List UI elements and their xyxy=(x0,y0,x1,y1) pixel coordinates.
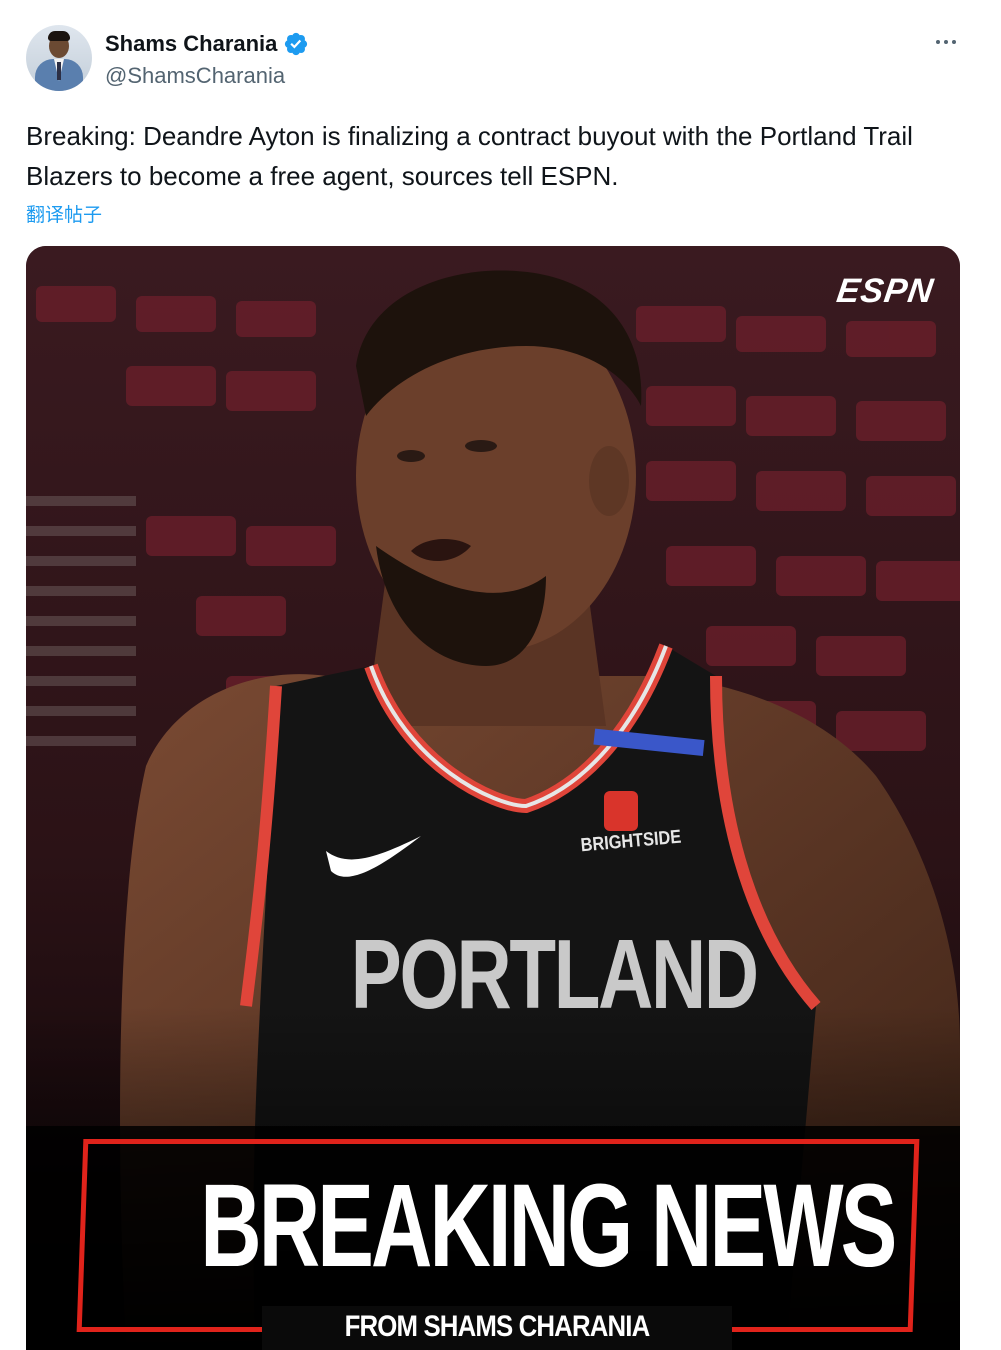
breaking-news-subline: FROM SHAMS CHARANIA xyxy=(344,1310,651,1343)
translate-post-link[interactable]: 翻译帖子 xyxy=(26,200,102,227)
tweet-card: Shams Charania @ShamsCharania Breaking: … xyxy=(0,0,1001,1350)
more-options-icon[interactable] xyxy=(931,28,961,56)
author-handle[interactable]: @ShamsCharania xyxy=(105,63,285,89)
jersey-team-text: PORTLAND xyxy=(350,919,759,1029)
espn-logo: ESPN xyxy=(834,272,937,310)
arena-stairs xyxy=(26,496,136,746)
author-name-row: Shams Charania xyxy=(105,29,309,59)
author-name[interactable]: Shams Charania xyxy=(105,31,277,57)
tweet-text: Breaking: Deandre Ayton is finalizing a … xyxy=(26,121,913,191)
tweet-media-image[interactable]: ESPN BRIGHTSIDE PORTLAND BREAKING NEWS F… xyxy=(26,246,960,1350)
verified-badge-icon xyxy=(283,31,309,57)
breaking-news-headline: BREAKING NEWS xyxy=(200,1160,897,1292)
author-avatar[interactable] xyxy=(26,25,92,91)
avatar-tie xyxy=(57,62,61,80)
avatar-hair xyxy=(48,31,70,41)
